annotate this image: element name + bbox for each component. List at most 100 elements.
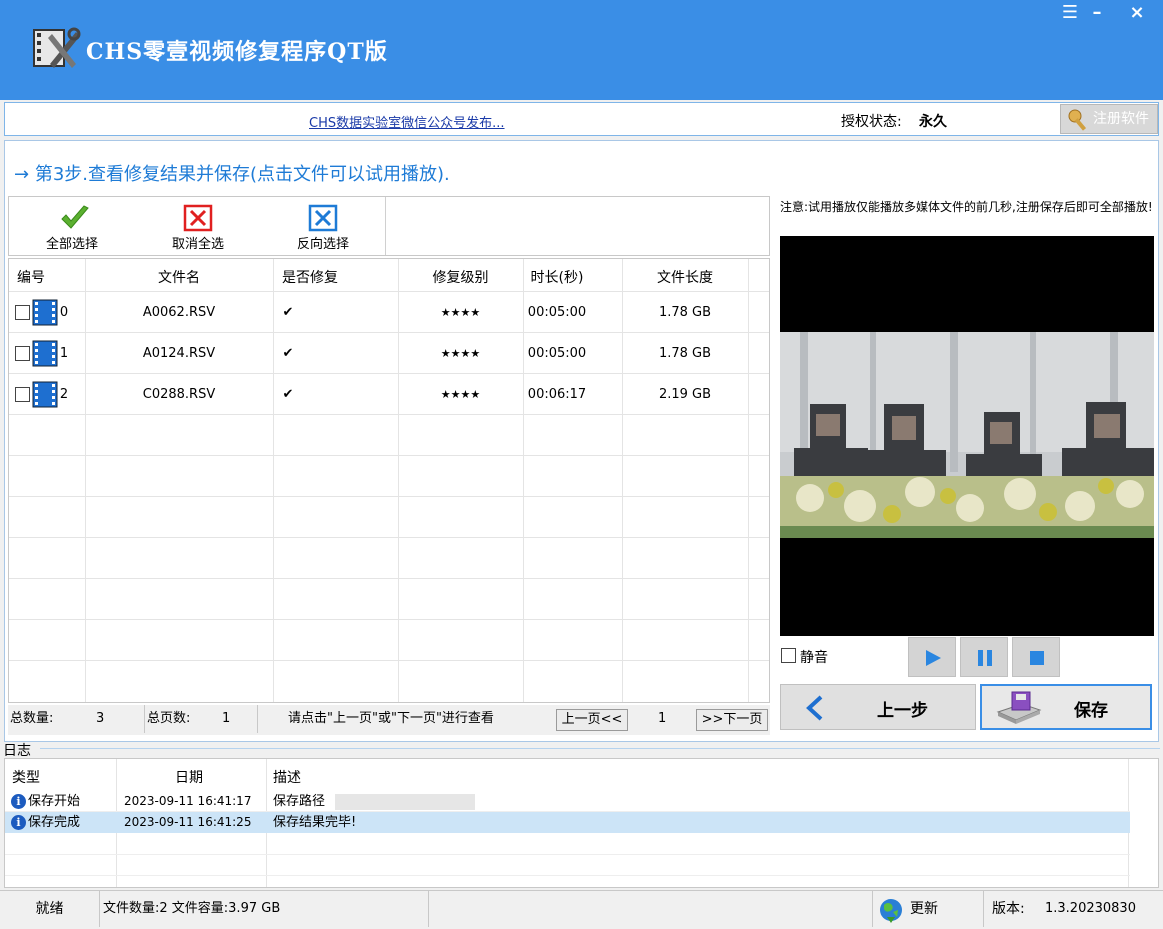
log-divider xyxy=(40,748,1160,749)
log-header-date[interactable]: 日期 xyxy=(175,767,203,787)
log-type: i 保存完成 xyxy=(11,812,80,833)
log-date: 2023-09-11 16:41:17 xyxy=(124,794,252,808)
row-checkbox[interactable] xyxy=(15,387,30,402)
red-x-icon xyxy=(183,204,213,232)
key-icon xyxy=(1068,109,1087,131)
arrow-right-icon: → xyxy=(14,164,30,185)
play-button[interactable] xyxy=(908,637,956,677)
row-repaired: ✔ xyxy=(282,346,294,361)
version-label: 版本: xyxy=(992,901,1025,917)
row-divider xyxy=(5,875,1130,876)
row-index: 0 xyxy=(59,305,69,320)
row-checkbox[interactable] xyxy=(15,346,30,361)
row-repaired: ✔ xyxy=(282,387,294,402)
log-date: 2023-09-11 16:41:25 xyxy=(124,815,252,829)
previous-step-button[interactable]: 上一步 xyxy=(780,684,976,730)
row-level: ★★★★ xyxy=(440,347,481,360)
step-title-text: 第3步.查看修复结果并保存(点击文件可以试用播放). xyxy=(34,164,450,185)
next-page-button[interactable]: >>下一页 xyxy=(696,709,768,731)
prev-page-button[interactable]: 上一页<< xyxy=(556,709,628,731)
auth-status-label: 授权状态: xyxy=(841,114,902,130)
wechat-link[interactable]: CHS数据实验室微信公众号发布... xyxy=(309,112,505,131)
status-ready: 就绪 xyxy=(0,891,100,927)
update-button[interactable]: 更新 xyxy=(876,891,984,927)
blue-x-icon xyxy=(308,204,338,232)
play-icon xyxy=(926,650,941,666)
minimize-button[interactable]: – xyxy=(1082,2,1112,26)
stop-icon xyxy=(1030,651,1044,665)
empty-row xyxy=(9,537,769,578)
log-row[interactable]: i 保存开始 2023-09-11 16:41:17 保存路径 xyxy=(5,791,1130,812)
stop-button[interactable] xyxy=(1012,637,1060,677)
column-header-filename[interactable]: 文件名 xyxy=(85,267,273,287)
register-button[interactable]: 注册软件 xyxy=(1060,104,1158,134)
info-icon: i xyxy=(11,815,26,830)
select-all-label: 全部选择 xyxy=(45,237,98,252)
column-header-duration[interactable]: 时长(秒) xyxy=(523,267,591,287)
log-type: i 保存开始 xyxy=(11,791,80,812)
menu-icon[interactable]: ☰ xyxy=(1055,2,1085,26)
pause-button[interactable] xyxy=(960,637,1008,677)
row-index: 2 xyxy=(59,387,69,402)
log-type-text: 保存开始 xyxy=(28,794,81,809)
row-size: 1.78 GB xyxy=(658,305,712,320)
empty-row xyxy=(9,455,769,496)
pause-icon xyxy=(978,650,992,666)
film-icon xyxy=(32,340,58,367)
log-section-title: 日志 xyxy=(3,743,31,759)
empty-row xyxy=(9,496,769,537)
row-level: ★★★★ xyxy=(440,306,481,319)
total-count-value: 3 xyxy=(96,711,105,726)
column-header-size[interactable]: 文件长度 xyxy=(622,267,748,287)
table-row[interactable]: 2 C0288.RSV ✔ ★★★★ 00:06:17 2.19 GB xyxy=(9,373,769,414)
log-desc: 保存路径 xyxy=(273,794,326,809)
chevron-left-icon xyxy=(806,695,823,721)
pager-hint: 请点击"上一页"或"下一页"进行查看 xyxy=(257,705,494,733)
column-header-index[interactable]: 编号 xyxy=(17,267,57,287)
step-title: → 第3步.查看修复结果并保存(点击文件可以试用播放). xyxy=(14,160,450,186)
column-header-repaired[interactable]: 是否修复 xyxy=(273,267,347,287)
deselect-all-button[interactable]: 取消全选 xyxy=(143,197,253,255)
app-logo-icon xyxy=(33,27,81,68)
empty-row xyxy=(9,578,769,619)
save-disk-icon xyxy=(996,691,1042,724)
table-row[interactable]: 0 A0062.RSV ✔ ★★★★ 00:05:00 1.78 GB xyxy=(9,291,769,332)
log-header-type[interactable]: 类型 xyxy=(12,767,40,787)
invert-selection-button[interactable]: 反向选择 xyxy=(268,197,378,255)
info-icon: i xyxy=(11,794,26,809)
save-label: 保存 xyxy=(1074,701,1108,721)
empty-row xyxy=(9,660,769,701)
current-page: 1 xyxy=(658,711,667,726)
row-checkbox[interactable] xyxy=(15,305,30,320)
row-repaired: ✔ xyxy=(282,305,294,320)
log-header-desc[interactable]: 描述 xyxy=(273,767,301,787)
previous-step-label: 上一步 xyxy=(877,701,928,721)
table-row[interactable]: 1 A0124.RSV ✔ ★★★★ 00:05:00 1.78 GB xyxy=(9,332,769,373)
update-label: 更新 xyxy=(910,901,938,917)
mute-checkbox[interactable] xyxy=(781,648,796,663)
title-bar: CHS零壹视频修复程序QT版 ☰ – × xyxy=(0,0,1163,100)
select-all-button[interactable]: 全部选择 xyxy=(17,197,127,255)
mute-label: 静音 xyxy=(800,650,828,666)
toolbar-divider xyxy=(385,197,386,255)
row-level: ★★★★ xyxy=(440,388,481,401)
row-filename: C0288.RSV xyxy=(142,387,216,402)
file-table[interactable]: 编号 文件名 是否修复 修复级别 时长(秒) 文件长度 0 A0062.RSV … xyxy=(8,258,770,703)
status-bar: 就绪 文件数量:2 文件容量:3.97 GB 更新 版本: 1.3.202308… xyxy=(0,890,1163,929)
log-row-selected[interactable]: i 保存完成 2023-09-11 16:41:25 保存结果完毕! xyxy=(5,812,1130,833)
row-duration: 00:05:00 xyxy=(527,305,587,320)
register-label: 注册软件 xyxy=(1093,111,1149,127)
column-header-level[interactable]: 修复级别 xyxy=(398,267,523,287)
save-button[interactable]: 保存 xyxy=(980,684,1152,730)
video-preview[interactable] xyxy=(780,236,1154,636)
row-filename: A0062.RSV xyxy=(142,305,216,320)
total-count-label: 总数量: xyxy=(10,711,54,726)
log-type-text: 保存完成 xyxy=(28,815,81,830)
pager-bar: 总数量: 3 总页数: 1 请点击"上一页"或"下一页"进行查看 上一页<< 1… xyxy=(8,705,770,735)
row-index: 1 xyxy=(59,346,69,361)
invert-selection-label: 反向选择 xyxy=(296,237,349,252)
status-files: 文件数量:2 文件容量:3.97 GB xyxy=(103,891,429,927)
close-button[interactable]: × xyxy=(1122,2,1152,26)
log-table[interactable]: 类型 日期 描述 i 保存开始 2023-09-11 16:41:17 保存路径 … xyxy=(4,758,1159,888)
version-value: 1.3.20230830 xyxy=(1045,901,1136,916)
